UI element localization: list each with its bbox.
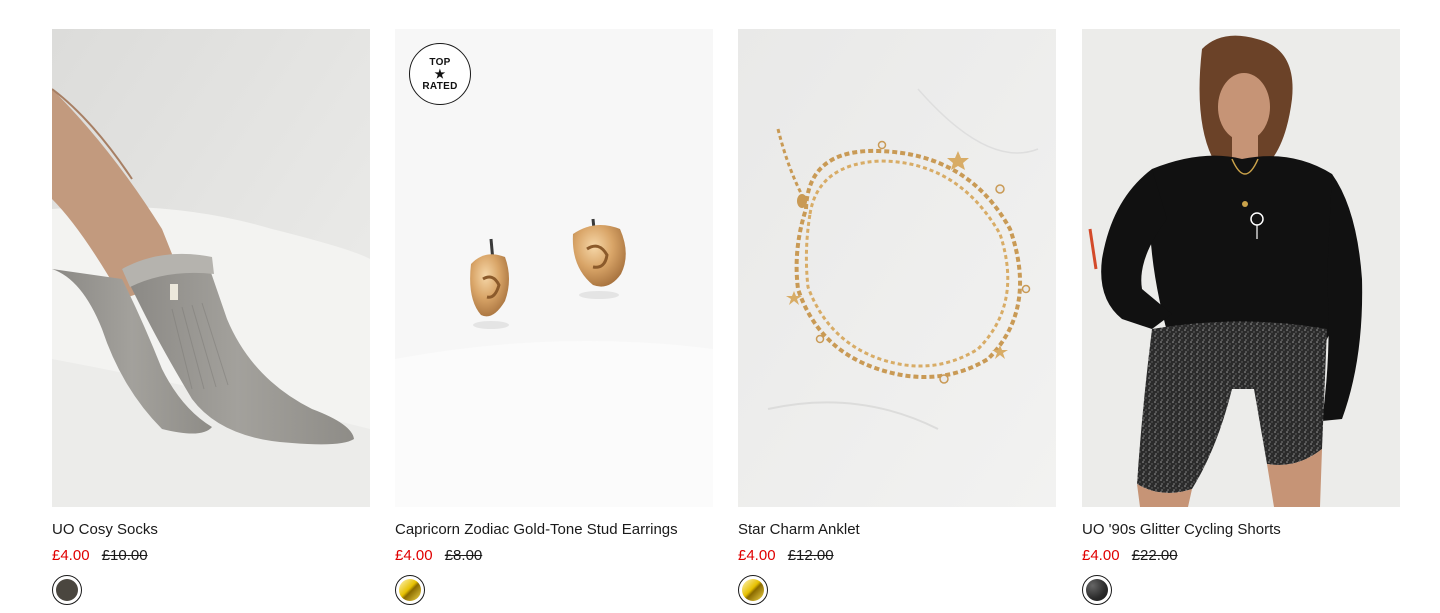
product-card: UO Cosy Socks £4.00 £10.00 [52, 29, 370, 605]
product-image-socks [52, 29, 370, 507]
color-swatch[interactable] [738, 575, 768, 605]
product-title[interactable]: UO Cosy Socks [52, 521, 370, 539]
product-title[interactable]: Star Charm Anklet [738, 521, 1056, 539]
product-image-link[interactable] [1082, 29, 1400, 507]
product-grid: UO Cosy Socks £4.00 £10.00 TOP ★ RATED C… [0, 0, 1440, 613]
swatch-color-fill [56, 579, 78, 601]
color-swatch[interactable] [395, 575, 425, 605]
badge-text-top: TOP [429, 56, 451, 68]
color-swatch[interactable] [1082, 575, 1112, 605]
product-card: UO '90s Glitter Cycling Shorts £4.00 £22… [1082, 29, 1400, 605]
sale-price: £4.00 [395, 547, 433, 564]
badge-text-rated: RATED [422, 80, 458, 92]
product-image-link[interactable] [52, 29, 370, 507]
star-icon: ★ [434, 66, 446, 81]
product-image-link[interactable] [738, 29, 1056, 507]
product-image-anklet [738, 29, 1056, 507]
original-price: £10.00 [101, 547, 148, 564]
product-card: TOP ★ RATED Capricorn Zodiac Gold-Tone S… [395, 29, 713, 605]
product-image-cycling-shorts [1082, 29, 1400, 507]
top-rated-badge: TOP ★ RATED [409, 43, 471, 105]
product-card: Star Charm Anklet £4.00 £12.00 [738, 29, 1056, 605]
product-title[interactable]: Capricorn Zodiac Gold-Tone Stud Earrings [395, 521, 713, 539]
product-image-link[interactable]: TOP ★ RATED [395, 29, 713, 507]
price-row: £4.00 £12.00 [738, 547, 1056, 565]
original-price: £12.00 [787, 547, 834, 564]
original-price: £8.00 [444, 547, 483, 564]
price-row: £4.00 £8.00 [395, 547, 713, 565]
swatch-color-fill [1086, 579, 1108, 601]
price-row: £4.00 £22.00 [1082, 547, 1400, 565]
sale-price: £4.00 [52, 547, 90, 564]
swatch-color-fill [399, 579, 421, 601]
product-title[interactable]: UO '90s Glitter Cycling Shorts [1082, 521, 1400, 539]
sale-price: £4.00 [738, 547, 776, 564]
sale-price: £4.00 [1082, 547, 1120, 564]
swatch-color-fill [742, 579, 764, 601]
color-swatch[interactable] [52, 575, 82, 605]
price-row: £4.00 £10.00 [52, 547, 370, 565]
original-price: £22.00 [1131, 547, 1178, 564]
